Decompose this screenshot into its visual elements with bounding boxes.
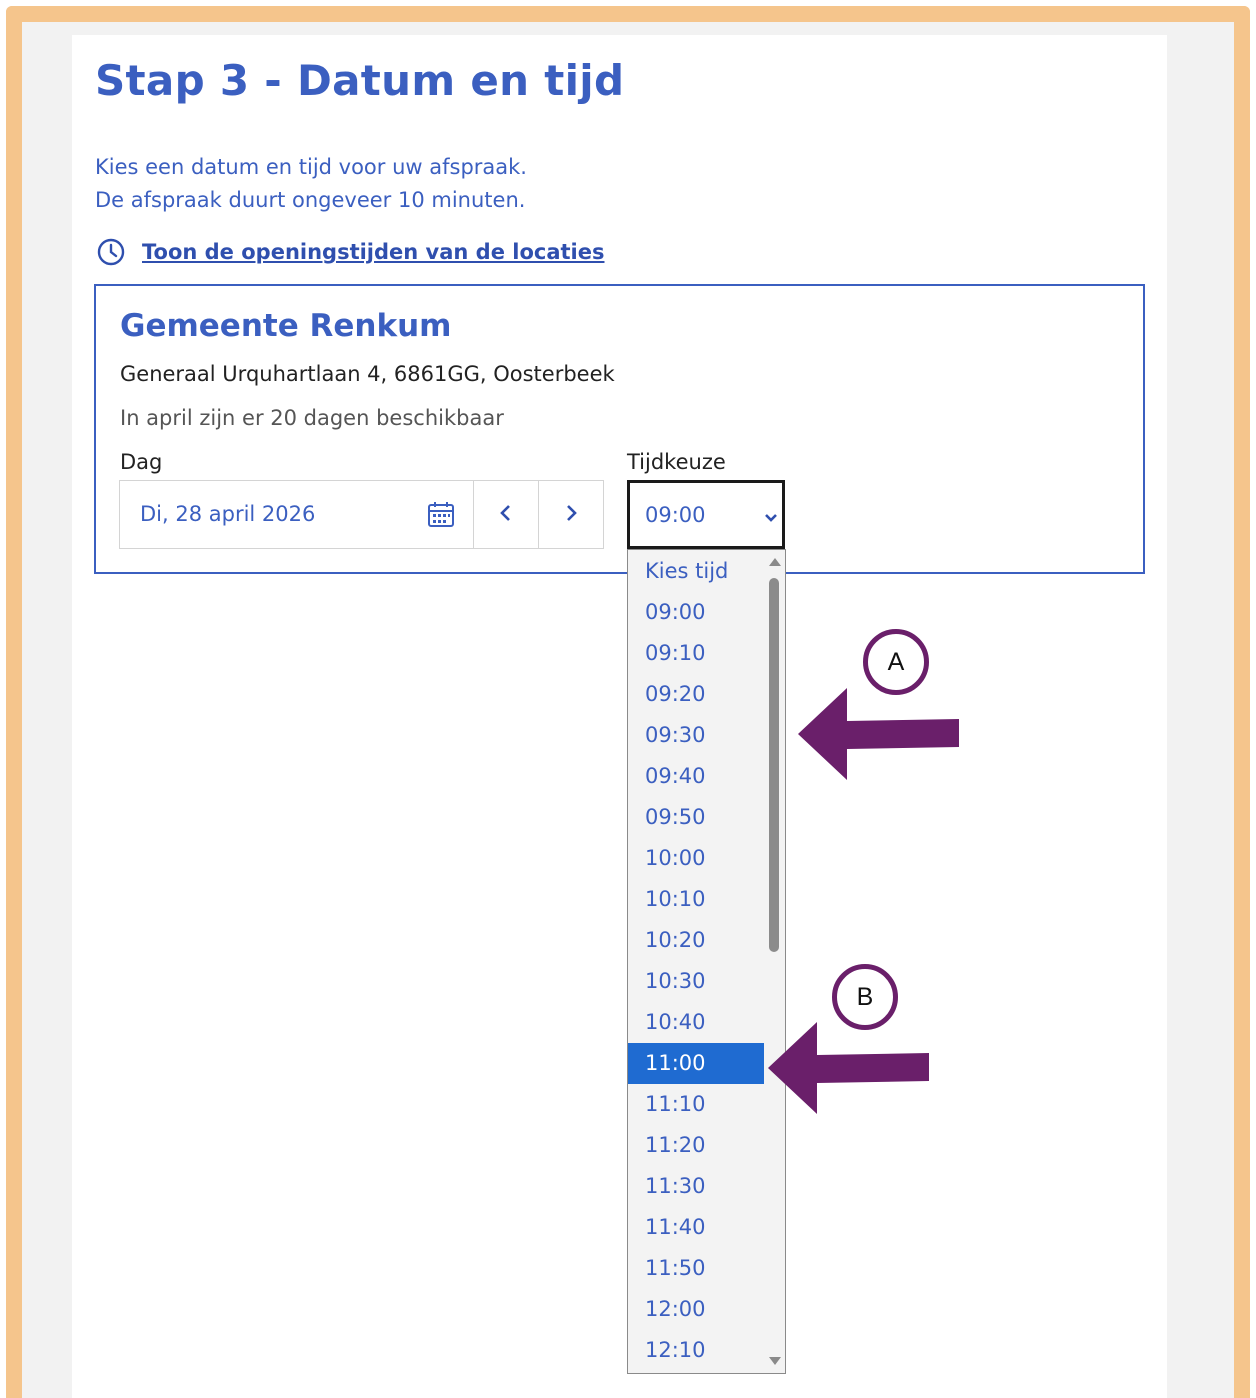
time-option[interactable]: 11:20 (628, 1125, 764, 1166)
opening-hours-link-label[interactable]: Toon de openingstijden van de locaties (142, 240, 604, 264)
time-option[interactable]: 09:10 (628, 633, 764, 674)
time-option[interactable]: 09:30 (628, 715, 764, 756)
time-select-value: 09:00 (645, 503, 706, 527)
time-option[interactable]: 11:10 (628, 1084, 764, 1125)
opening-hours-link[interactable]: Toon de openingstijden van de locaties (96, 236, 604, 268)
time-option[interactable]: 11:00 (628, 1043, 764, 1084)
scrollbar-thumb[interactable] (769, 578, 779, 952)
calendar-icon[interactable] (427, 501, 455, 533)
location-address: Generaal Urquhartlaan 4, 6861GG, Oosterb… (120, 362, 615, 386)
time-option[interactable]: 12:00 (628, 1289, 764, 1330)
time-option[interactable]: 10:10 (628, 879, 764, 920)
time-option[interactable]: 10:00 (628, 838, 764, 879)
intro-text-line1: Kies een datum en tijd voor uw afspraak. (95, 155, 527, 179)
date-value: Di, 28 april 2026 (140, 502, 316, 526)
dropdown-scrollbar[interactable] (764, 550, 785, 1373)
time-option[interactable]: 09:50 (628, 797, 764, 838)
availability-text: In april zijn er 20 dagen beschikbaar (120, 406, 504, 430)
day-label: Dag (120, 450, 163, 474)
clock-icon (96, 237, 126, 267)
time-option[interactable]: 10:20 (628, 920, 764, 961)
time-label: Tijdkeuze (627, 450, 726, 474)
chevron-right-icon (564, 504, 578, 526)
previous-day-button[interactable] (473, 480, 539, 549)
time-option[interactable]: 09:00 (628, 592, 764, 633)
time-option-placeholder[interactable]: Kies tijd (628, 551, 764, 592)
time-option[interactable]: 11:50 (628, 1248, 764, 1289)
time-option[interactable]: 11:40 (628, 1207, 764, 1248)
time-option[interactable]: 10:30 (628, 961, 764, 1002)
chevron-down-icon (764, 509, 778, 528)
chevron-left-icon (499, 504, 513, 526)
time-options-list[interactable]: Kies tijd 09:00 09:10 09:20 09:30 09:40 09:50 1… (627, 549, 786, 1374)
annotation-marker-b: B (832, 964, 898, 1030)
scroll-up-arrow-icon[interactable] (769, 558, 781, 566)
page-title: Stap 3 - Datum en tijd (95, 56, 625, 105)
time-option[interactable]: 12:10 (628, 1330, 764, 1371)
date-picker-field[interactable]: Di, 28 april 2026 (119, 480, 474, 549)
annotation-arrow-a-icon (798, 688, 959, 780)
time-option[interactable]: 09:20 (628, 674, 764, 715)
next-day-button[interactable] (538, 480, 604, 549)
time-select[interactable]: 09:00 (627, 480, 785, 549)
time-option[interactable]: 10:40 (628, 1002, 764, 1043)
location-name: Gemeente Renkum (120, 308, 452, 344)
intro-text-line2: De afspraak duurt ongeveer 10 minuten. (95, 188, 526, 212)
time-option[interactable]: 09:40 (628, 756, 764, 797)
annotation-arrow-b-icon (768, 1022, 929, 1114)
annotation-marker-a: A (863, 629, 929, 695)
scroll-down-arrow-icon[interactable] (769, 1357, 781, 1365)
time-option[interactable]: 11:30 (628, 1166, 764, 1207)
